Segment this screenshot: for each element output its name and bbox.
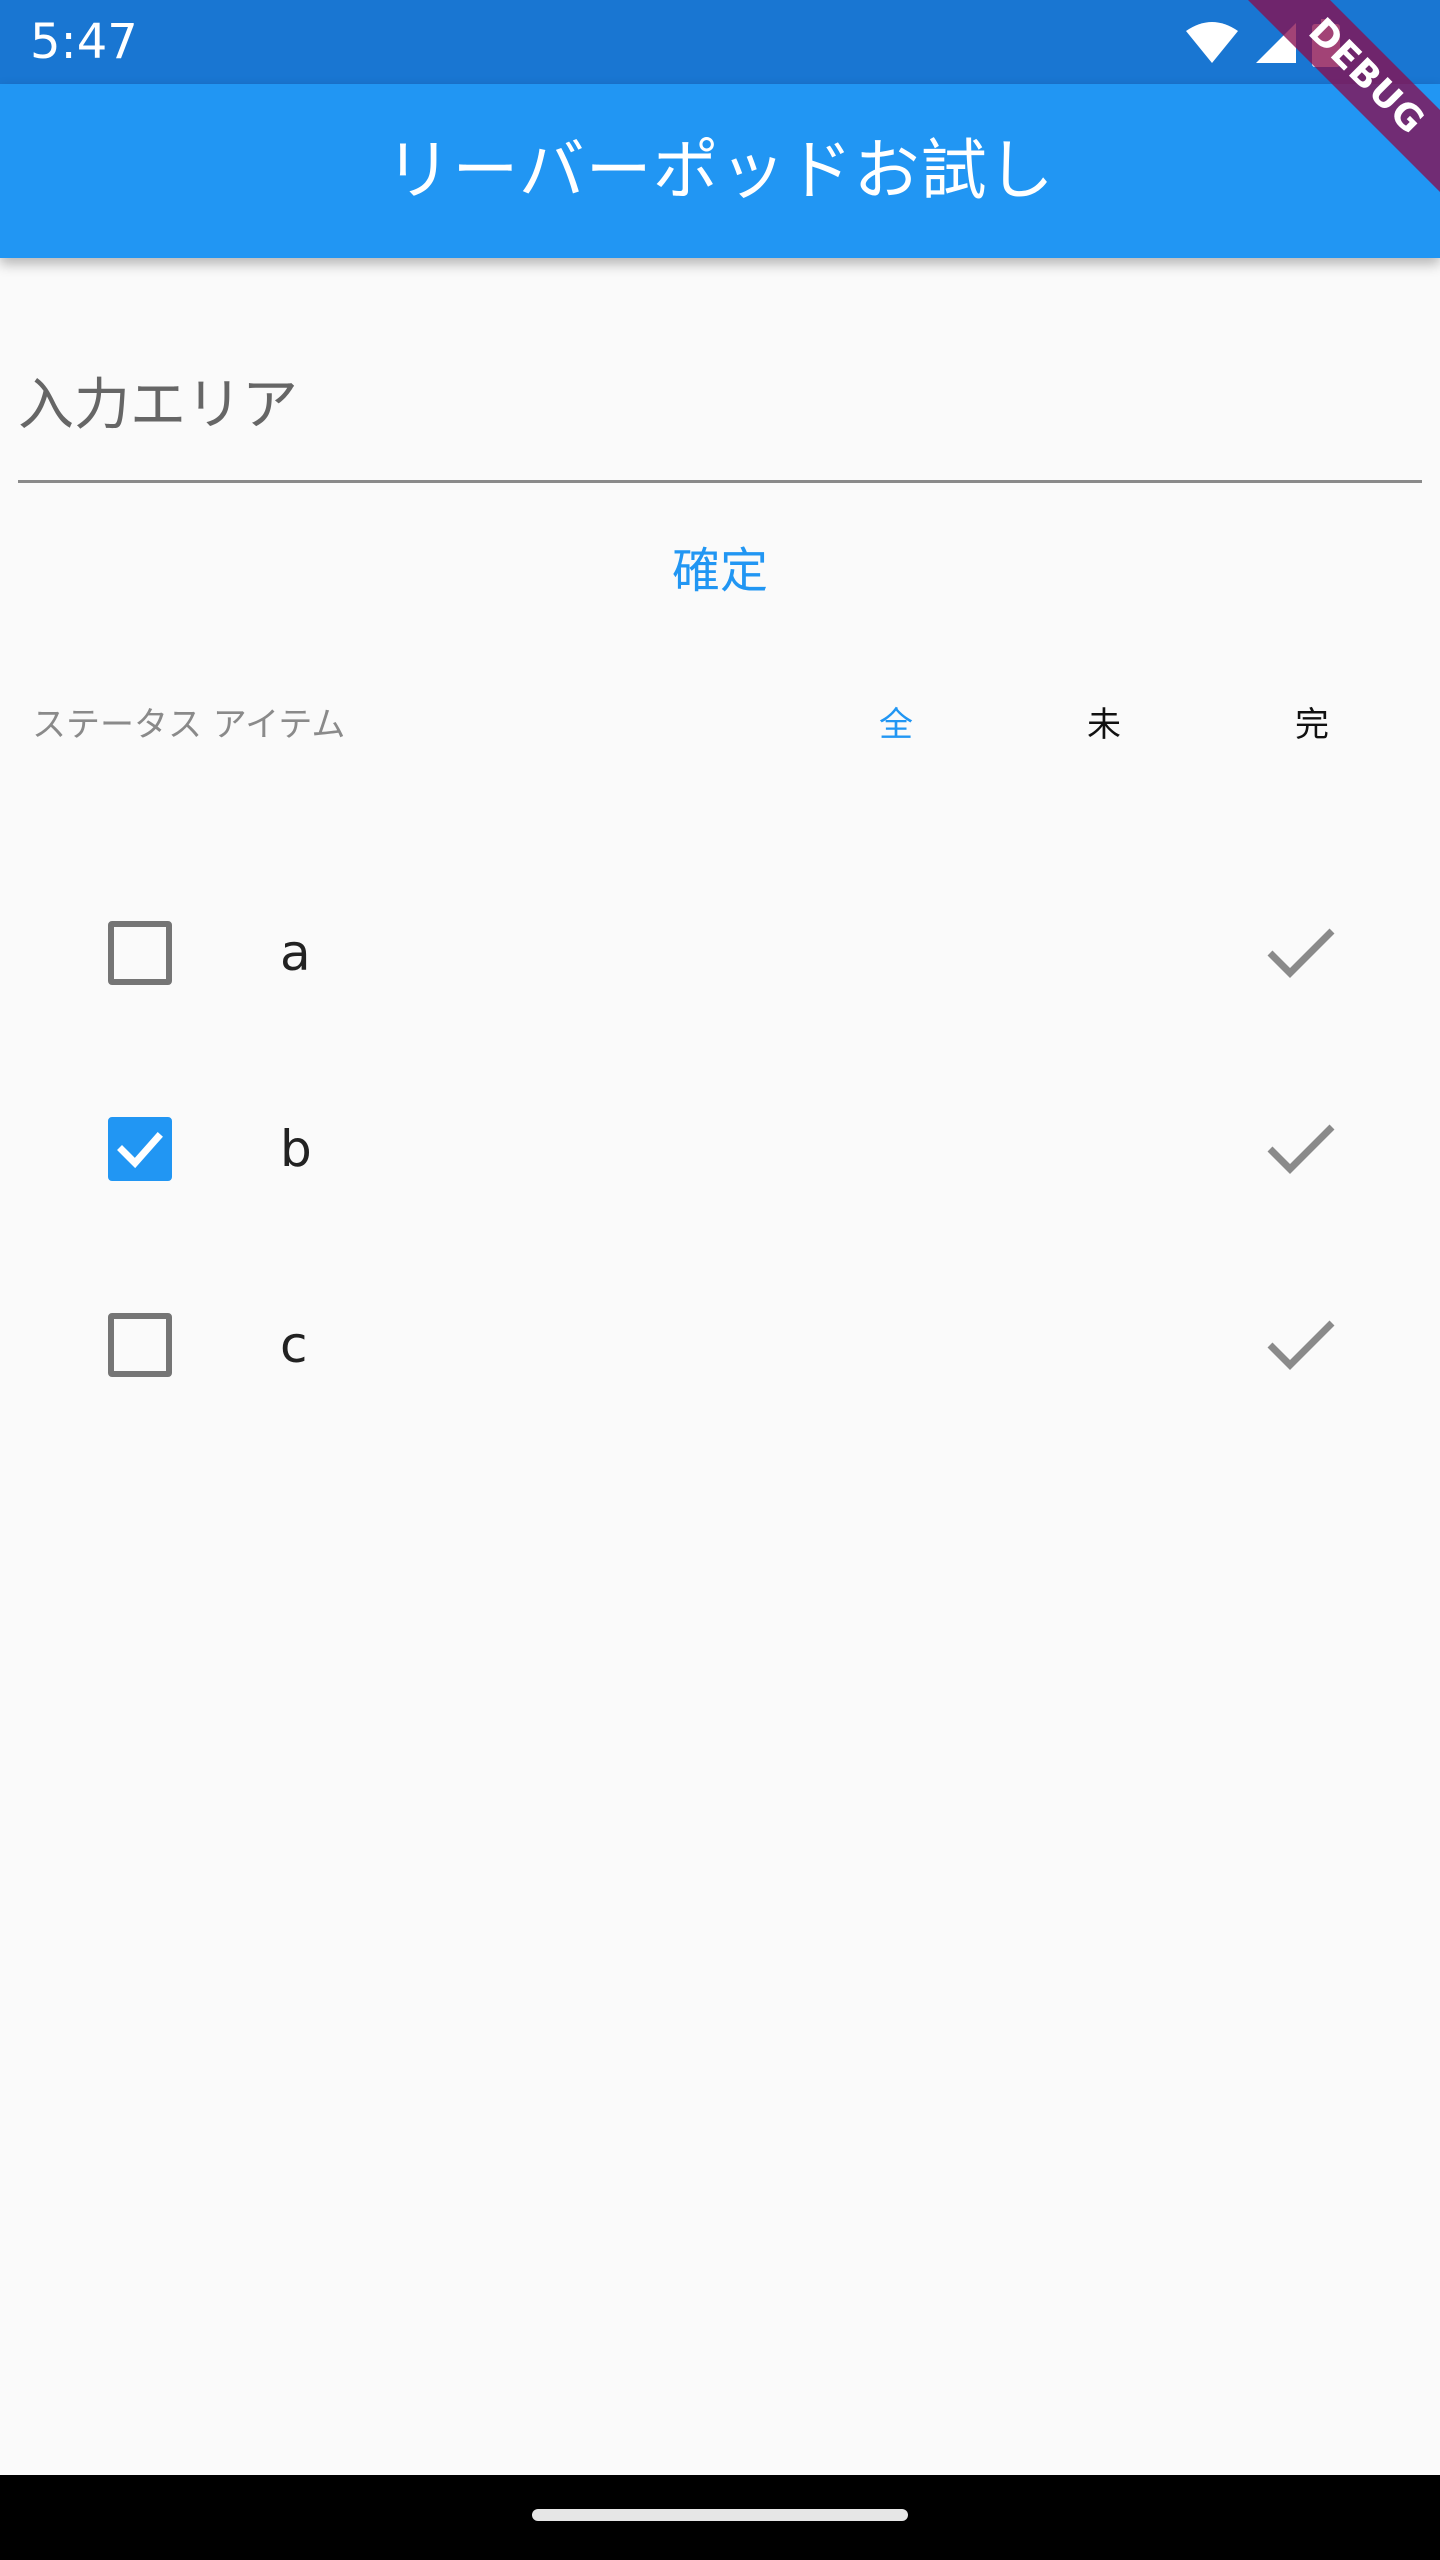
filter-caption: ステータス アイテム [32, 705, 346, 745]
status-time: 5:47 [30, 14, 138, 70]
todo-item-b: b [0, 1051, 1440, 1247]
done-check-icon[interactable] [1260, 1305, 1340, 1385]
wifi-icon [1186, 22, 1238, 63]
todo-checkbox[interactable] [108, 921, 172, 985]
filter-tab-undone[interactable]: 未 [1044, 690, 1164, 760]
navigation-bar [0, 2475, 1440, 2560]
filter-row: ステータス アイテム 全 未 完 [0, 690, 1440, 760]
todo-list: a b c [0, 855, 1440, 1443]
confirm-button[interactable]: 確定 [620, 526, 820, 616]
todo-input[interactable] [18, 330, 1422, 483]
done-check-icon[interactable] [1260, 1109, 1340, 1189]
home-indicator[interactable] [532, 2509, 908, 2521]
todo-checkbox[interactable] [108, 1313, 172, 1377]
todo-label: c [280, 1316, 308, 1374]
filter-tab-done[interactable]: 完 [1252, 690, 1372, 760]
todo-label: b [280, 1120, 312, 1178]
checkmark-icon [117, 1132, 163, 1169]
todo-item-a: a [0, 855, 1440, 1051]
done-check-icon[interactable] [1260, 913, 1340, 993]
todo-checkbox[interactable] [108, 1117, 172, 1181]
todo-item-c: c [0, 1247, 1440, 1443]
app-title: リーバーポッドお試し [385, 132, 1055, 209]
filter-tab-all[interactable]: 全 [836, 690, 956, 760]
app-bar: リーバーポッドお試し [0, 84, 1440, 258]
todo-label: a [280, 924, 311, 982]
input-area [18, 330, 1422, 485]
status-bar: 5:47 [0, 0, 1440, 84]
